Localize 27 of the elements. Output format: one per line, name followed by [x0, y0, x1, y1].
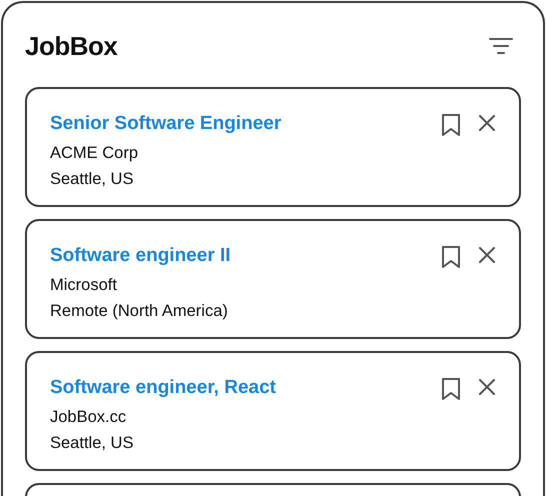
- bookmark-button[interactable]: [441, 113, 461, 137]
- job-card[interactable]: Software engineer, React JobBox.cc Seattle, US: [25, 351, 521, 471]
- close-icon: [477, 377, 497, 397]
- job-location: Remote (North America): [50, 301, 229, 322]
- close-icon: [477, 245, 497, 265]
- bookmark-button[interactable]: [441, 245, 461, 269]
- job-location: Seattle, US: [50, 169, 134, 190]
- bookmark-icon: [441, 113, 461, 137]
- close-button[interactable]: [477, 377, 497, 397]
- company-name: ACME Corp: [50, 143, 140, 164]
- job-card[interactable]: Senior Software Engineer ACME Corp Seattle, US: [25, 87, 521, 207]
- bookmark-icon: [441, 377, 461, 401]
- job-title[interactable]: Software engineer, React: [50, 375, 276, 401]
- bookmark-icon: [441, 245, 461, 269]
- filter-button[interactable]: [489, 37, 513, 55]
- filter-icon: [489, 37, 513, 55]
- job-title[interactable]: Senior Software Engineer: [50, 111, 282, 137]
- job-location: Seattle, US: [50, 433, 134, 454]
- bookmark-button[interactable]: [441, 377, 461, 401]
- close-icon: [477, 113, 497, 133]
- close-button[interactable]: [477, 113, 497, 133]
- job-title[interactable]: Software engineer II: [50, 243, 231, 269]
- close-button[interactable]: [477, 245, 497, 265]
- app-title: JobBox: [25, 30, 118, 62]
- job-card[interactable]: Software engineer II Microsoft Remote (North America): [25, 219, 521, 339]
- company-name: JobBox.cc: [50, 407, 128, 428]
- company-name: Microsoft: [50, 275, 118, 296]
